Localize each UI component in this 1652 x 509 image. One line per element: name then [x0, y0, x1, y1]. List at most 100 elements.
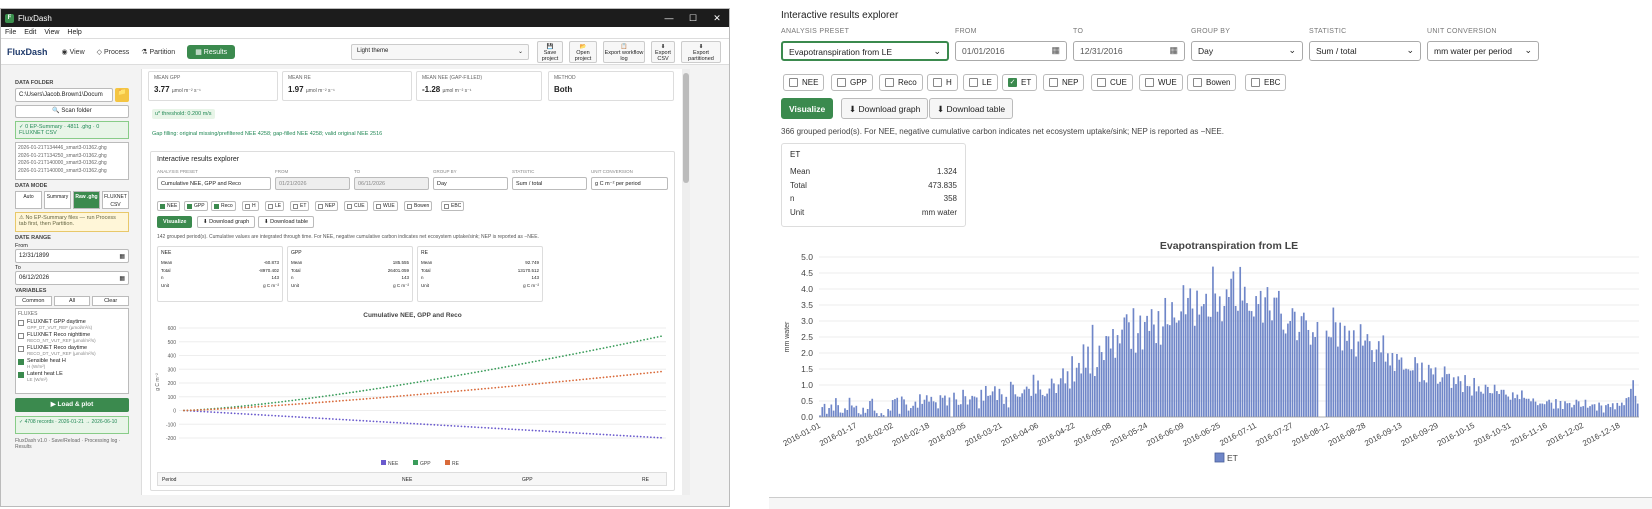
- group-by-select[interactable]: Day ⌄: [1191, 41, 1303, 61]
- check-le[interactable]: LE: [963, 74, 998, 91]
- menu-view[interactable]: View: [44, 29, 59, 36]
- visualize-button[interactable]: Visualize: [781, 98, 834, 119]
- download-graph-button[interactable]: ⬇ Download graph: [197, 216, 256, 228]
- bar-et: [919, 394, 921, 417]
- menu-edit[interactable]: Edit: [24, 29, 36, 36]
- check-wue[interactable]: WUE: [373, 201, 398, 211]
- variable-item[interactable]: FLUXNET GPP daytime GPP_DT_VUT_REF (µmol/…: [18, 319, 126, 330]
- mode-auto[interactable]: Auto: [15, 191, 42, 209]
- series-point: [622, 434, 625, 437]
- download-graph-button[interactable]: ⬇ Download graph: [841, 98, 929, 119]
- export-csv-button[interactable]: ⬇ Export CSV: [651, 41, 675, 63]
- to-date-input[interactable]: 06/11/2026: [354, 177, 429, 190]
- list-item[interactable]: 2026-01-21T134250_smart3-01362.ghg: [18, 153, 126, 161]
- check-ebc[interactable]: EBC: [1245, 74, 1287, 91]
- analysis-preset-select[interactable]: Cumulative NEE, GPP and Reco: [157, 177, 271, 190]
- check-et[interactable]: ET: [290, 201, 310, 211]
- horizontal-scrollbar[interactable]: [769, 497, 1652, 509]
- bar-et: [1327, 336, 1330, 417]
- from-date-input[interactable]: 12/31/1899 ▦: [15, 249, 129, 263]
- file-list[interactable]: 2026-01-21T134446_smart3-01362.ghg 2026-…: [15, 142, 129, 180]
- checkbox[interactable]: [18, 359, 24, 365]
- folder-path-input[interactable]: C:\Users\Jacob.Brown1\Docum: [15, 88, 113, 102]
- maximize-button[interactable]: ☐: [681, 13, 705, 24]
- open-project-button[interactable]: 📂 Open project: [569, 41, 597, 63]
- mode-summary[interactable]: Summary: [44, 191, 71, 209]
- series-point: [271, 414, 273, 417]
- check-gpp[interactable]: GPP: [831, 74, 873, 91]
- variable-item[interactable]: Sensible heat HH (W/m²): [18, 358, 126, 369]
- download-table-button[interactable]: ⬇ Download table: [258, 216, 315, 228]
- from-date-input[interactable]: 01/01/2016 ▦: [955, 41, 1067, 61]
- list-item[interactable]: 2026-01-21T134446_smart3-01362.ghg: [18, 145, 126, 153]
- series-point: [477, 370, 480, 373]
- check-ebc[interactable]: EBC: [441, 201, 465, 211]
- variable-item[interactable]: FLUXNET Reco nighttime RECO_NT_VUT_REF (µ…: [18, 332, 126, 343]
- to-date-input[interactable]: 06/12/2026 ▦: [15, 271, 129, 285]
- menu-help[interactable]: Help: [67, 29, 81, 36]
- check-nee[interactable]: NEE: [783, 74, 825, 91]
- from-date-input[interactable]: 01/21/2026: [275, 177, 350, 190]
- scrollbar-thumb[interactable]: [683, 73, 689, 183]
- common-vars-button[interactable]: Common: [15, 296, 52, 306]
- series-point: [362, 398, 365, 400]
- check-et[interactable]: ✓ ET: [1002, 74, 1038, 91]
- check-nee[interactable]: NEE: [157, 201, 181, 211]
- visualize-button[interactable]: Visualize: [157, 216, 193, 228]
- check-wue[interactable]: WUE: [1139, 74, 1183, 91]
- scan-folder-button[interactable]: 🔍 Scan folder: [15, 105, 129, 118]
- export-partitioned-button[interactable]: ⬇ Export partitioned: [681, 41, 721, 63]
- check-nep[interactable]: NEP: [1043, 74, 1085, 91]
- list-item[interactable]: 2026-01-21T140000_smart3-01362.ghg: [18, 160, 126, 168]
- check-h[interactable]: H: [927, 74, 958, 91]
- save-project-button[interactable]: 💾 Save project: [537, 41, 563, 63]
- close-button[interactable]: ✕: [705, 13, 729, 24]
- checkbox[interactable]: [18, 320, 24, 326]
- browse-folder-icon[interactable]: 📁: [115, 88, 129, 102]
- list-item[interactable]: 2026-01-21T140000_smart3-01362.ghg: [18, 168, 126, 176]
- tab-view[interactable]: ◉ View: [62, 48, 85, 56]
- menu-file[interactable]: File: [5, 29, 16, 36]
- series-point: [338, 400, 341, 402]
- analysis-preset-select[interactable]: Evapotranspiration from LE ⌄: [781, 41, 949, 61]
- mode-raw-ghg[interactable]: Raw .ghg: [73, 191, 100, 209]
- bar-et: [1309, 344, 1312, 417]
- to-date-input[interactable]: 12/31/2016 ▦: [1073, 41, 1185, 61]
- load-plot-button[interactable]: ▶ Load & plot: [15, 398, 129, 412]
- unit-conversion-select[interactable]: mm water per period ⌄: [1427, 41, 1539, 61]
- check-nep[interactable]: NEP: [315, 201, 339, 211]
- variable-list[interactable]: FLUXES FLUXNET GPP daytime GPP_DT_VUT_REF…: [15, 308, 129, 394]
- main-scrollbar[interactable]: [682, 69, 690, 495]
- check-h[interactable]: H: [242, 201, 259, 211]
- theme-select[interactable]: Light theme ⌄: [351, 44, 529, 60]
- tab-partition[interactable]: ⚗ Partition: [141, 48, 175, 56]
- check-reco[interactable]: Reco: [211, 201, 236, 211]
- check-reco[interactable]: Reco: [879, 74, 923, 91]
- statistic-select[interactable]: Sum / total ⌄: [1309, 41, 1421, 61]
- check-gpp[interactable]: GPP: [184, 201, 208, 211]
- check-le[interactable]: LE: [265, 201, 285, 211]
- minimize-button[interactable]: —: [657, 13, 681, 24]
- variable-item[interactable]: FLUXNET Reco daytime RECO_DT_VUT_REF (µmo…: [18, 345, 126, 356]
- checkbox[interactable]: [18, 333, 24, 339]
- tab-results[interactable]: ▦ Results: [187, 44, 236, 59]
- checkbox[interactable]: [18, 372, 24, 378]
- checkbox[interactable]: [18, 346, 24, 352]
- export-workflow-log-button[interactable]: 📋 Export workflow log: [603, 41, 645, 63]
- variable-item[interactable]: Latent heat LE LE (W/m²): [18, 371, 126, 382]
- download-table-button[interactable]: ⬇ Download table: [929, 98, 1014, 119]
- check-cue[interactable]: CUE: [344, 201, 368, 211]
- check-bowen[interactable]: Bowen: [1187, 74, 1237, 91]
- bar-et: [1555, 399, 1557, 417]
- check-cue[interactable]: CUE: [1091, 74, 1133, 91]
- check-bowen[interactable]: Bowen: [404, 201, 433, 211]
- statistic-select[interactable]: Sum / total: [512, 177, 587, 190]
- bar-et: [862, 407, 864, 417]
- unit-conversion-select[interactable]: g C m⁻² per period: [591, 177, 668, 190]
- mode-fluxnet-csv[interactable]: FLUXNET CSV: [102, 191, 129, 209]
- tab-process[interactable]: ◇ Process: [97, 48, 130, 56]
- all-vars-button[interactable]: All: [53, 296, 91, 306]
- series-point: [504, 366, 507, 368]
- group-by-select[interactable]: Day: [433, 177, 508, 190]
- clear-vars-button[interactable]: Clear: [92, 296, 130, 306]
